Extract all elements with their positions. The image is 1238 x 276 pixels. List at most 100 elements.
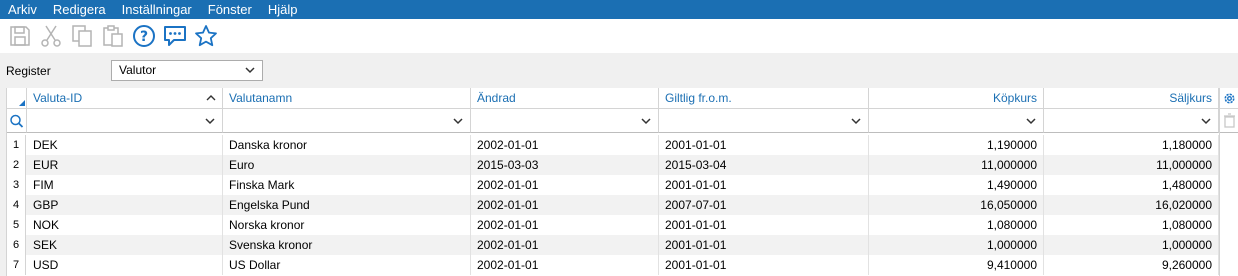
filter-giltlig[interactable] (659, 109, 869, 133)
filter-valuta-id[interactable] (27, 109, 223, 133)
cell-giltlig[interactable]: 2001-01-01 (659, 135, 869, 155)
cell-andrad[interactable]: 2002-01-01 (471, 175, 659, 195)
cell-valutanamn[interactable]: Finska Mark (223, 175, 471, 195)
cell-valutanamn[interactable]: Euro (223, 155, 471, 175)
chat-icon (163, 26, 186, 46)
cell-kopkurs[interactable]: 16,050000 (869, 195, 1044, 215)
register-row: Register Valutor (0, 53, 1238, 88)
help-button[interactable]: ? (128, 21, 159, 51)
cell-valutanamn[interactable]: Danska kronor (223, 135, 471, 155)
cell-valutanamn[interactable]: Engelska Pund (223, 195, 471, 215)
filter-valutanamn[interactable] (223, 109, 471, 133)
cell-andrad[interactable]: 2015-03-03 (471, 155, 659, 175)
row-number: 3 (7, 175, 26, 195)
toolbar: ? (0, 19, 1238, 53)
help-icon: ? (132, 25, 155, 47)
row-number: 7 (7, 255, 26, 275)
cell-giltlig[interactable]: 2001-01-01 (659, 235, 869, 255)
table-row[interactable]: 2 EUR Euro 2015-03-03 2015-03-04 11,0000… (7, 155, 1219, 175)
paste-icon (102, 25, 123, 47)
table-row[interactable]: 4 GBP Engelska Pund 2002-01-01 2007-07-0… (7, 195, 1219, 215)
cell-saljkurs[interactable]: 16,020000 (1044, 195, 1219, 215)
table-row[interactable]: 3 FIM Finska Mark 2002-01-01 2001-01-01 … (7, 175, 1219, 195)
cell-valuta-id[interactable]: NOK (27, 215, 223, 235)
chevron-down-icon (851, 115, 861, 129)
delete-row-button[interactable] (1220, 109, 1238, 133)
cell-valutanamn[interactable]: US Dollar (223, 255, 471, 275)
cell-kopkurs[interactable]: 1,000000 (869, 235, 1044, 255)
column-header-kopkurs[interactable]: Köpkurs (869, 88, 1044, 109)
cell-valuta-id[interactable]: FIM (27, 175, 223, 195)
row-number: 1 (7, 135, 26, 155)
register-select[interactable]: Valutor (111, 60, 263, 81)
gear-icon (1224, 93, 1235, 104)
cell-valutanamn[interactable]: Norska kronor (223, 215, 471, 235)
cell-andrad[interactable]: 2002-01-01 (471, 215, 659, 235)
cell-saljkurs[interactable]: 1,000000 (1044, 235, 1219, 255)
save-button[interactable] (4, 21, 35, 51)
row-number: 4 (7, 195, 26, 215)
cell-valutanamn[interactable]: Svenska kronor (223, 235, 471, 255)
cell-saljkurs[interactable]: 11,000000 (1044, 155, 1219, 175)
chevron-down-icon (1201, 115, 1211, 129)
column-header-giltlig[interactable]: Giltlig fr.o.m. (659, 88, 869, 109)
cell-valuta-id[interactable]: USD (27, 255, 223, 275)
cell-andrad[interactable]: 2002-01-01 (471, 195, 659, 215)
chevron-down-icon (641, 115, 651, 129)
table-row[interactable]: 1 DEK Danska kronor 2002-01-01 2001-01-0… (7, 135, 1219, 155)
column-header-label: Ändrad (477, 91, 516, 105)
cell-valuta-id[interactable]: EUR (27, 155, 223, 175)
copy-button[interactable] (66, 21, 97, 51)
cell-kopkurs[interactable]: 9,410000 (869, 255, 1044, 275)
cut-icon (40, 25, 61, 47)
svg-text:?: ? (139, 29, 147, 45)
column-header-saljkurs[interactable]: Säljkurs (1044, 88, 1219, 109)
filter-saljkurs[interactable] (1044, 109, 1219, 133)
filter-search-button[interactable] (7, 109, 27, 133)
menu-hjalp[interactable]: Hjälp (260, 0, 306, 19)
cell-kopkurs[interactable]: 1,490000 (869, 175, 1044, 195)
cell-giltlig[interactable]: 2001-01-01 (659, 215, 869, 235)
column-header-valuta-id[interactable]: Valuta-ID (27, 88, 223, 109)
menu-fonster[interactable]: Fönster (200, 0, 260, 19)
favorite-button[interactable] (190, 21, 221, 51)
cell-giltlig[interactable]: 2001-01-01 (659, 175, 869, 195)
row-number: 6 (7, 235, 26, 255)
cell-andrad[interactable]: 2002-01-01 (471, 235, 659, 255)
column-header-valutanamn[interactable]: Valutanamn (223, 88, 471, 109)
cell-giltlig[interactable]: 2015-03-04 (659, 155, 869, 175)
table-row[interactable]: 6 SEK Svenska kronor 2002-01-01 2001-01-… (7, 235, 1219, 255)
filter-kopkurs[interactable] (869, 109, 1044, 133)
chat-button[interactable] (159, 21, 190, 51)
cell-giltlig[interactable]: 2007-07-01 (659, 195, 869, 215)
cell-valuta-id[interactable]: GBP (27, 195, 223, 215)
menu-arkiv[interactable]: Arkiv (0, 0, 45, 19)
menu-redigera[interactable]: Redigera (45, 0, 114, 19)
menu-bar: Arkiv Redigera Inställningar Fönster Hjä… (0, 0, 1238, 19)
cell-kopkurs[interactable]: 11,000000 (869, 155, 1044, 175)
cell-valuta-id[interactable]: SEK (27, 235, 223, 255)
cell-giltlig[interactable]: 2001-01-01 (659, 255, 869, 275)
cell-saljkurs[interactable]: 1,180000 (1044, 135, 1219, 155)
table-row[interactable]: 7 USD US Dollar 2002-01-01 2001-01-01 9,… (7, 255, 1219, 275)
cell-andrad[interactable]: 2002-01-01 (471, 135, 659, 155)
column-header-label: Köpkurs (992, 91, 1037, 105)
grid-settings-button[interactable] (1220, 88, 1238, 109)
cell-kopkurs[interactable]: 1,190000 (869, 135, 1044, 155)
table-row[interactable]: 5 NOK Norska kronor 2002-01-01 2001-01-0… (7, 215, 1219, 235)
cell-valuta-id[interactable]: DEK (27, 135, 223, 155)
cut-button[interactable] (35, 21, 66, 51)
menu-installningar[interactable]: Inställningar (114, 0, 200, 19)
trash-icon (1224, 113, 1235, 128)
chevron-down-icon (1026, 115, 1036, 129)
favorite-star-icon (194, 25, 217, 47)
cell-kopkurs[interactable]: 1,080000 (869, 215, 1044, 235)
cell-saljkurs[interactable]: 1,080000 (1044, 215, 1219, 235)
filter-andrad[interactable] (471, 109, 659, 133)
column-header-andrad[interactable]: Ändrad (471, 88, 659, 109)
cell-saljkurs[interactable]: 1,480000 (1044, 175, 1219, 195)
cell-saljkurs[interactable]: 9,260000 (1044, 255, 1219, 275)
chevron-down-icon (205, 115, 215, 129)
cell-andrad[interactable]: 2002-01-01 (471, 255, 659, 275)
paste-button[interactable] (97, 21, 128, 51)
